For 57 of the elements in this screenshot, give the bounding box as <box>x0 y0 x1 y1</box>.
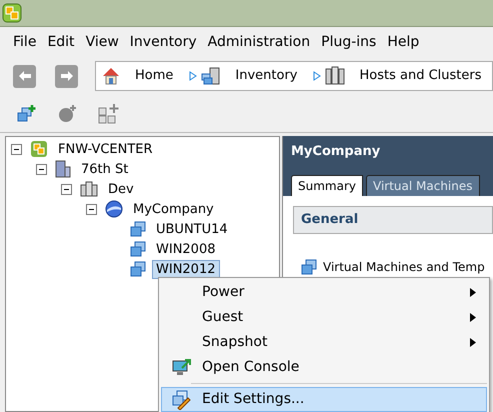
forward-button[interactable] <box>55 64 78 88</box>
tree-item[interactable]: FNW-VCENTER <box>54 140 157 158</box>
servers-icon <box>80 181 98 197</box>
home-icon <box>101 66 121 86</box>
breadcrumb-link[interactable]: Home <box>135 66 174 86</box>
left-arrow-icon <box>18 70 32 82</box>
collapse-toggle[interactable] <box>36 164 47 174</box>
menu-item[interactable]: Plug-ins <box>321 32 376 52</box>
building-icon <box>55 160 71 178</box>
menu-item[interactable]: Administration <box>208 32 310 52</box>
tree-item[interactable]: Dev <box>104 180 138 198</box>
collapse-toggle[interactable] <box>86 204 97 214</box>
add-vm-icon[interactable] <box>16 104 36 124</box>
submenu-arrow-icon <box>470 288 476 297</box>
vm-icon <box>130 241 146 257</box>
menu-item[interactable]: View <box>86 32 119 52</box>
menu-item[interactable]: File <box>13 32 36 52</box>
context-menu-item[interactable]: Edit Settings... <box>161 387 487 412</box>
inventory-icon <box>201 66 222 86</box>
servers-icon <box>325 66 346 86</box>
tree-item[interactable]: WIN2012 <box>152 260 220 278</box>
collapse-toggle[interactable] <box>61 184 72 194</box>
tree-item[interactable]: UBUNTU14 <box>152 220 232 238</box>
add-pool-icon[interactable] <box>57 104 77 124</box>
breadcrumb-link[interactable]: Hosts and Clusters <box>359 66 482 86</box>
vm-icon <box>130 221 146 237</box>
submenu-arrow-icon <box>470 313 476 322</box>
section-header: General <box>293 206 493 234</box>
pie-icon <box>105 200 123 218</box>
vm-icon <box>130 261 146 277</box>
add-cluster-icon[interactable] <box>98 103 120 125</box>
vm-icon <box>301 259 317 275</box>
context-menu-item[interactable]: Open Console <box>161 355 487 380</box>
context-menu-item[interactable]: Power <box>161 280 487 305</box>
menu-item[interactable]: Inventory <box>130 32 197 52</box>
tree-item[interactable]: MyCompany <box>129 200 218 218</box>
tree-item[interactable]: 76th St <box>77 160 132 178</box>
tab[interactable]: Virtual Machines <box>366 175 480 196</box>
chevron-icon <box>189 71 198 81</box>
context-menu-item[interactable]: Snapshot <box>161 330 487 355</box>
tree-item[interactable]: WIN2008 <box>152 240 220 258</box>
back-button[interactable] <box>13 64 36 88</box>
tab[interactable]: Summary <box>291 175 363 196</box>
collapse-toggle[interactable] <box>11 144 22 154</box>
monitor-icon <box>172 358 192 376</box>
detail-title: MyCompany <box>291 143 382 161</box>
breadcrumb-link[interactable]: Inventory <box>235 66 298 86</box>
vcenter-icon <box>30 140 48 158</box>
right-arrow-icon <box>60 70 74 82</box>
menu-item[interactable]: Help <box>387 32 420 52</box>
vm-edit-icon <box>172 390 192 410</box>
chevron-icon <box>313 71 322 81</box>
menu-item[interactable]: Edit <box>47 32 75 52</box>
summary-item[interactable]: Virtual Machines and Temp <box>323 258 485 276</box>
context-menu-item[interactable]: Guest <box>161 305 487 330</box>
app-icon <box>2 3 22 23</box>
submenu-arrow-icon <box>470 338 476 347</box>
